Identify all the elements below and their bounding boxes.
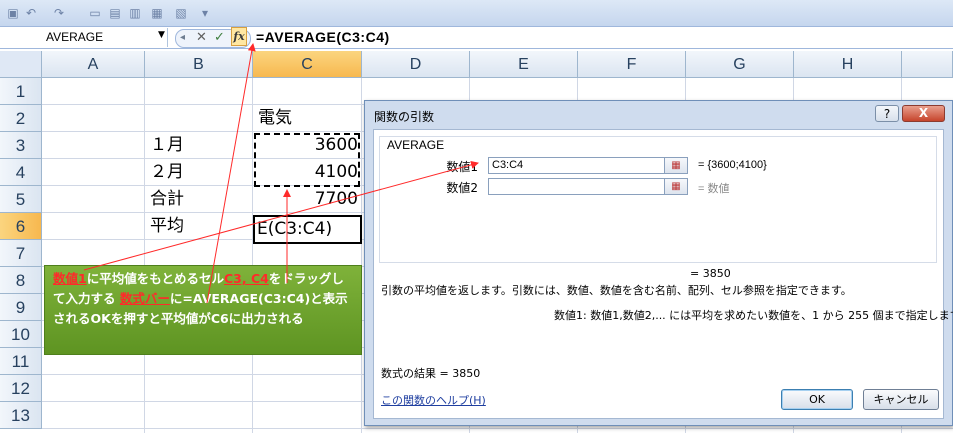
arrow-to-arg1-input <box>83 160 479 271</box>
arrow-to-formula-bar <box>206 43 256 304</box>
annotation-arrows <box>83 43 479 304</box>
